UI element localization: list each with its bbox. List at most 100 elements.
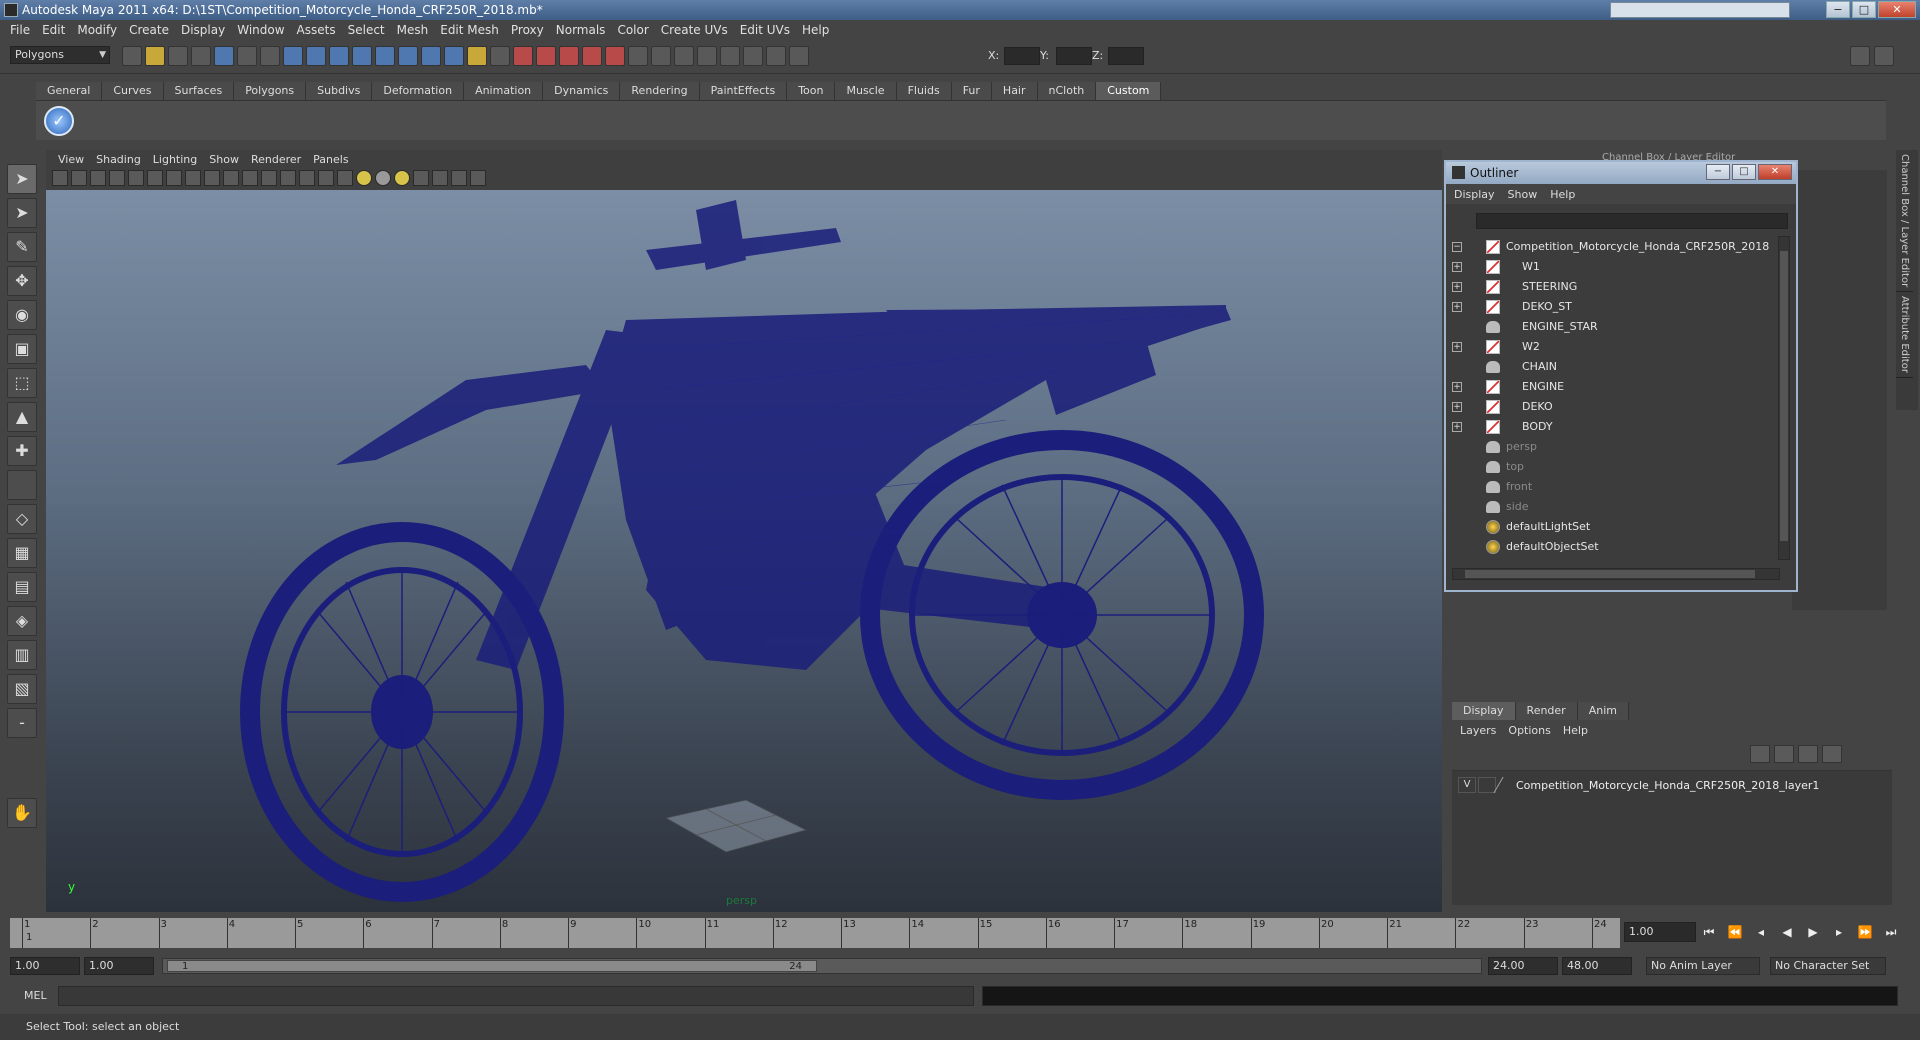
vp-menu-show[interactable]: Show xyxy=(203,153,245,166)
menu-normals[interactable]: Normals xyxy=(550,23,612,37)
outliner-item[interactable]: + BODY xyxy=(1450,417,1776,437)
render-current-icon[interactable] xyxy=(513,46,533,66)
menu-proxy[interactable]: Proxy xyxy=(505,23,550,37)
shelf-tab-curves[interactable]: Curves xyxy=(102,82,164,100)
mel-command-input[interactable] xyxy=(58,986,974,1006)
shelf-tab-dynamics[interactable]: Dynamics xyxy=(543,82,621,100)
shelf-tab-toon[interactable]: Toon xyxy=(787,82,836,100)
shelf-tab-painteffects[interactable]: PaintEffects xyxy=(699,82,788,100)
outliner-item[interactable]: CHAIN xyxy=(1450,357,1776,377)
menu-mesh[interactable]: Mesh xyxy=(391,23,435,37)
outliner-hscroll-thumb[interactable] xyxy=(1465,570,1755,578)
hypergraph-layout-button[interactable]: ▥ xyxy=(7,640,37,670)
field-chart-icon[interactable] xyxy=(223,170,239,186)
shadows-icon[interactable] xyxy=(394,170,410,186)
play-forward-button[interactable]: ▶ xyxy=(1804,924,1822,940)
anim-layer-dropdown[interactable]: No Anim Layer xyxy=(1646,957,1760,975)
side-tab-channel-box[interactable]: Channel Box / Layer Editor xyxy=(1896,150,1913,293)
go-to-start-button[interactable]: ⏮ xyxy=(1700,924,1718,940)
single-view-layout-button[interactable]: ◇ xyxy=(7,504,37,534)
expand-toggle-icon[interactable]: + xyxy=(1452,342,1462,352)
menu-display[interactable]: Display xyxy=(175,23,231,37)
lock-icon[interactable] xyxy=(467,46,487,66)
outliner-item[interactable]: + DEKO_ST xyxy=(1450,297,1776,317)
range-slider-thumb[interactable]: 1 24 xyxy=(167,960,817,972)
all-lights-icon[interactable] xyxy=(375,170,391,186)
four-view-layout-button[interactable]: ▦ xyxy=(7,538,37,568)
snap-plane-icon[interactable] xyxy=(352,46,372,66)
quick-help-button[interactable]: ✋ xyxy=(7,798,37,828)
channel-toggle-icon[interactable] xyxy=(1850,46,1870,66)
minimize-button[interactable]: − xyxy=(1826,1,1850,18)
outliner-item[interactable]: + W1 xyxy=(1450,257,1776,277)
outliner-close-button[interactable]: ✕ xyxy=(1758,164,1792,180)
menu-create-uvs[interactable]: Create UVs xyxy=(655,23,734,37)
make-live-icon[interactable] xyxy=(375,46,395,66)
outliner-minimize-button[interactable]: − xyxy=(1706,164,1730,180)
play-backward-button[interactable]: ◀ xyxy=(1778,924,1796,940)
outliner-maximize-button[interactable]: □ xyxy=(1732,164,1756,180)
absolute-transform-icon[interactable] xyxy=(789,46,809,66)
start-time-field[interactable]: 1.00 xyxy=(10,957,80,975)
character-set-dropdown[interactable]: No Character Set xyxy=(1770,957,1886,975)
menu-color[interactable]: Color xyxy=(611,23,654,37)
input-ops-icon[interactable] xyxy=(628,46,648,66)
move-layer-down-icon[interactable] xyxy=(1774,745,1794,763)
outliner-menu-display[interactable]: Display xyxy=(1454,188,1502,201)
empty-tool-slot[interactable] xyxy=(7,470,37,500)
layer-menu-layers[interactable]: Layers xyxy=(1460,724,1496,737)
outliner-horizontal-scrollbar[interactable] xyxy=(1452,568,1780,580)
expand-toggle-icon[interactable]: + xyxy=(1452,302,1462,312)
menu-edit-uvs[interactable]: Edit UVs xyxy=(734,23,796,37)
paint-select-button[interactable]: ✎ xyxy=(7,232,37,262)
outliner-item[interactable]: persp xyxy=(1450,437,1776,457)
panel-icon[interactable] xyxy=(674,46,694,66)
wireframe-icon[interactable] xyxy=(280,170,296,186)
attr-toggle-icon[interactable] xyxy=(743,46,763,66)
vp-menu-view[interactable]: View xyxy=(52,153,90,166)
help-icon[interactable] xyxy=(444,46,464,66)
rotate-tool-button[interactable]: ◉ xyxy=(7,300,37,330)
layer-color-swatch[interactable] xyxy=(1493,777,1517,793)
menu-set-dropdown[interactable]: Polygons ▼ xyxy=(10,46,110,64)
isolate-select-icon[interactable] xyxy=(413,170,429,186)
safe-title-icon[interactable] xyxy=(261,170,277,186)
vp-menu-panels[interactable]: Panels xyxy=(307,153,354,166)
outliner-item[interactable]: + ENGINE xyxy=(1450,377,1776,397)
layer-name[interactable]: Competition_Motorcycle_Honda_CRF250R_201… xyxy=(1516,779,1819,792)
x-field[interactable] xyxy=(1004,47,1040,65)
menu-create[interactable]: Create xyxy=(123,23,175,37)
shelf-tab-general[interactable]: General xyxy=(36,82,103,100)
vp-menu-renderer[interactable]: Renderer xyxy=(245,153,307,166)
collapse-layout-button[interactable]: - xyxy=(7,708,37,738)
new-layer-icon[interactable] xyxy=(1798,745,1818,763)
shelf-tab-surfaces[interactable]: Surfaces xyxy=(163,82,235,100)
menu-edit[interactable]: Edit xyxy=(36,23,71,37)
vp-menu-lighting[interactable]: Lighting xyxy=(147,153,203,166)
outliner-item[interactable]: ENGINE_STAR xyxy=(1450,317,1776,337)
z-field[interactable] xyxy=(1108,47,1144,65)
graph-layout-button[interactable]: ◈ xyxy=(7,606,37,636)
select-hierarchy-icon[interactable] xyxy=(191,46,211,66)
grid-toggle-icon[interactable] xyxy=(697,46,717,66)
soft-mod-button[interactable]: ▲ xyxy=(7,402,37,432)
selection-icon[interactable] xyxy=(490,46,510,66)
expand-toggle-icon[interactable]: + xyxy=(1452,382,1462,392)
mel-label[interactable]: MEL xyxy=(24,989,47,1002)
current-time-field[interactable]: 1.00 xyxy=(1624,922,1696,942)
wire-on-shaded-icon[interactable] xyxy=(318,170,334,186)
expand-toggle-icon[interactable]: + xyxy=(1452,422,1462,432)
outliner-item[interactable]: defaultLightSet xyxy=(1450,517,1776,537)
playback-start-field[interactable]: 1.00 xyxy=(84,957,154,975)
go-to-end-button[interactable]: ⏭ xyxy=(1882,924,1900,940)
shelf-tab-polygons[interactable]: Polygons xyxy=(234,82,307,100)
shelf-tab-subdivs[interactable]: Subdivs xyxy=(306,82,373,100)
shelf-tab-rendering[interactable]: Rendering xyxy=(620,82,700,100)
snap-point-icon[interactable] xyxy=(329,46,349,66)
shelf-tab-fluids[interactable]: Fluids xyxy=(896,82,952,100)
expand-toggle-icon[interactable]: + xyxy=(1452,262,1462,272)
snap-grid-icon[interactable] xyxy=(283,46,303,66)
select-component-icon[interactable] xyxy=(237,46,257,66)
side-tab-attribute-editor[interactable]: Attribute Editor xyxy=(1896,292,1913,379)
layer-row[interactable]: V Competition_Motorcycle_Honda_CRF250R_2… xyxy=(1458,775,1819,795)
